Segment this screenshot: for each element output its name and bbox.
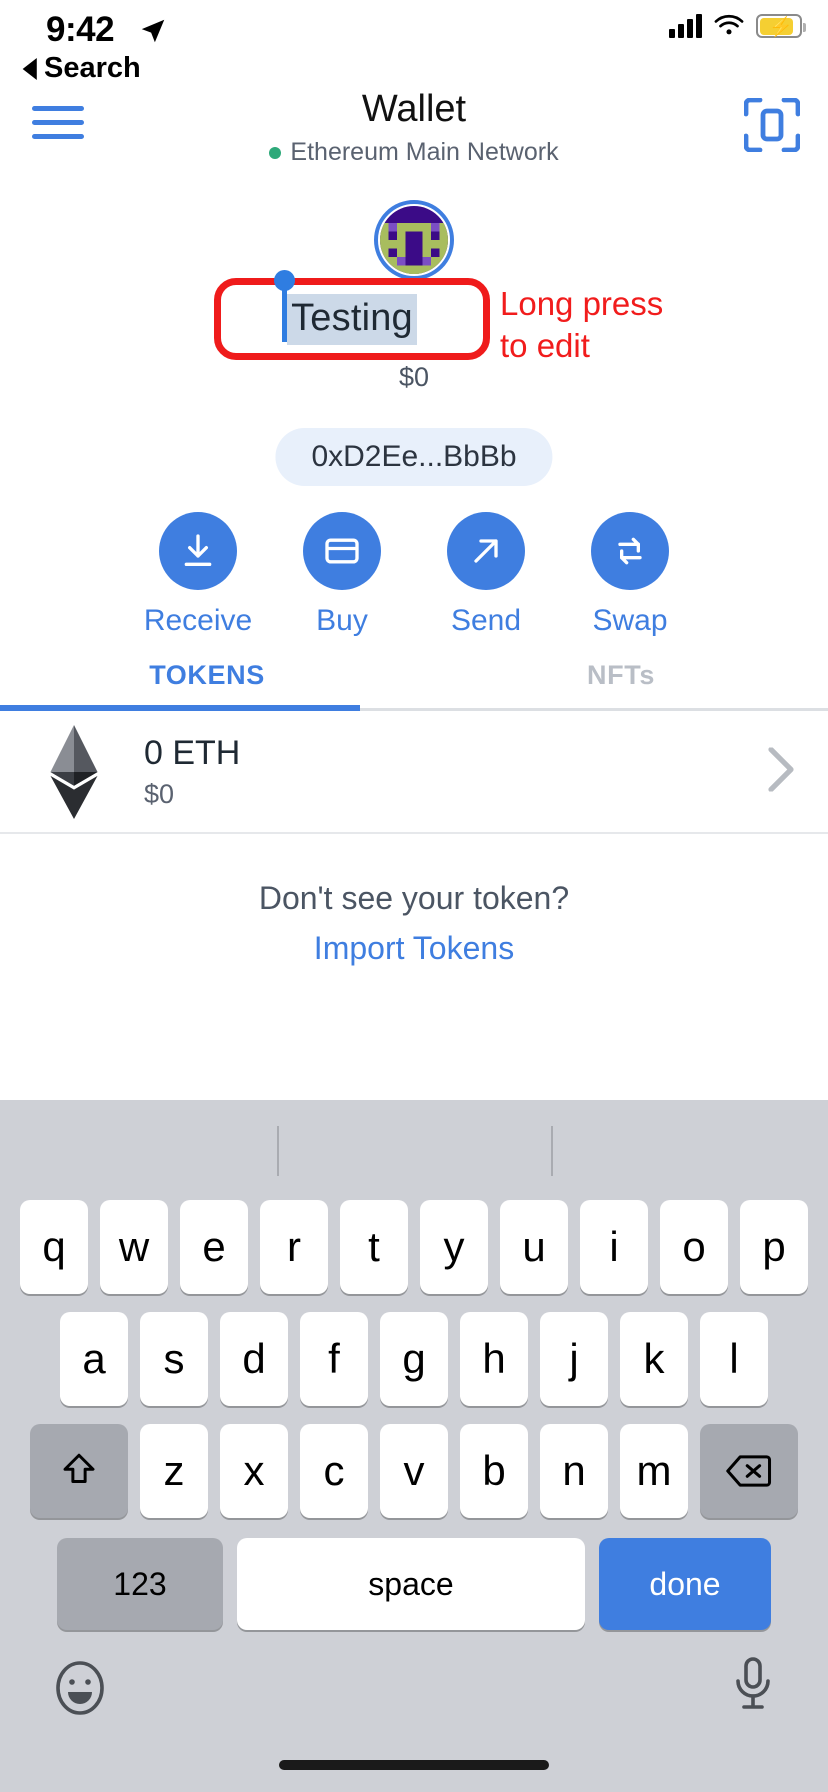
keyboard-row-4: 123 space done bbox=[0, 1538, 828, 1630]
nav-bar: Wallet Ethereum Main Network bbox=[0, 88, 828, 168]
tab-tokens[interactable]: TOKENS bbox=[0, 640, 414, 710]
key-l[interactable]: l bbox=[700, 1312, 768, 1406]
download-arrow-icon bbox=[159, 512, 237, 590]
import-tokens-link[interactable]: Import Tokens bbox=[0, 930, 828, 967]
token-fiat-value: $0 bbox=[144, 779, 175, 809]
action-buttons-row: Receive Buy Send Swap bbox=[0, 512, 828, 638]
shift-up-arrow-icon[interactable] bbox=[30, 1424, 128, 1518]
key-z[interactable]: z bbox=[140, 1424, 208, 1518]
key-a[interactable]: a bbox=[60, 1312, 128, 1406]
send-label: Send bbox=[450, 604, 522, 637]
token-amount: 0 ETH bbox=[144, 734, 241, 772]
wifi-icon bbox=[714, 14, 744, 35]
token-details: 0 ETH $0 bbox=[144, 734, 240, 810]
key-d[interactable]: d bbox=[220, 1312, 288, 1406]
key-c[interactable]: c bbox=[300, 1424, 368, 1518]
key-p[interactable]: p bbox=[740, 1200, 808, 1294]
key-s[interactable]: s bbox=[140, 1312, 208, 1406]
status-bar: 9:42 ⚡ bbox=[0, 0, 828, 58]
location-arrow-icon bbox=[138, 16, 168, 51]
network-label: Ethereum Main Network bbox=[290, 138, 559, 166]
back-triangle-icon bbox=[22, 57, 37, 80]
identicon-avatar bbox=[380, 206, 448, 274]
prediction-divider-2 bbox=[551, 1126, 553, 1176]
annotation-line-1: Long press bbox=[500, 285, 664, 322]
predictive-text-bar bbox=[0, 1100, 828, 1192]
ethereum-diamond-icon bbox=[32, 723, 116, 821]
cellular-bars-icon bbox=[669, 14, 702, 38]
key-u[interactable]: u bbox=[500, 1200, 568, 1294]
receive-label: Receive bbox=[143, 604, 253, 637]
done-key[interactable]: done bbox=[599, 1538, 771, 1630]
receive-button[interactable]: Receive bbox=[144, 512, 252, 638]
account-address-chip[interactable]: 0xD2Ee...BbBb bbox=[275, 428, 553, 486]
scan-qr-icon[interactable] bbox=[743, 97, 801, 153]
text-caret bbox=[274, 269, 296, 342]
prediction-divider-1 bbox=[277, 1126, 279, 1176]
token-list-item[interactable]: 0 ETH $0 bbox=[0, 712, 828, 834]
home-indicator bbox=[279, 1760, 549, 1770]
key-f[interactable]: f bbox=[300, 1312, 368, 1406]
tab-nfts[interactable]: NFTs bbox=[414, 640, 828, 710]
keyboard-row-1: q w e r t y u i o p bbox=[0, 1200, 828, 1294]
page-title: Wallet bbox=[361, 88, 467, 130]
wallet-app-screen: 9:42 ⚡ Search Wallet Ethereum Main Netwo… bbox=[0, 0, 828, 1792]
key-q[interactable]: q bbox=[20, 1200, 88, 1294]
keyboard-row-3: z x c v b n m bbox=[0, 1424, 828, 1518]
key-n[interactable]: n bbox=[540, 1424, 608, 1518]
key-y[interactable]: y bbox=[420, 1200, 488, 1294]
avatar[interactable] bbox=[374, 200, 454, 280]
key-w[interactable]: w bbox=[100, 1200, 168, 1294]
network-status-dot bbox=[269, 146, 282, 159]
keyboard-row-2: a s d f g h j k l bbox=[0, 1312, 828, 1406]
account-name-selection: Testing bbox=[274, 269, 417, 345]
numbers-key[interactable]: 123 bbox=[57, 1538, 223, 1630]
buy-label: Buy bbox=[316, 604, 368, 637]
status-bar-indicators: ⚡ bbox=[669, 14, 806, 38]
key-v[interactable]: v bbox=[380, 1424, 448, 1518]
tab-active-indicator bbox=[0, 705, 360, 711]
key-o[interactable]: o bbox=[660, 1200, 728, 1294]
annotation-long-press-to-edit: Long press to edit bbox=[500, 283, 663, 367]
backspace-delete-icon[interactable] bbox=[700, 1424, 798, 1518]
arrow-up-right-icon bbox=[447, 512, 525, 590]
wallet-tabs: TOKENS NFTs bbox=[0, 640, 828, 710]
send-button[interactable]: Send bbox=[447, 512, 525, 638]
battery-charging-icon: ⚡ bbox=[756, 14, 806, 38]
key-r[interactable]: r bbox=[260, 1200, 328, 1294]
key-e[interactable]: e bbox=[180, 1200, 248, 1294]
buy-button[interactable]: Buy bbox=[303, 512, 381, 638]
key-h[interactable]: h bbox=[460, 1312, 528, 1406]
key-i[interactable]: i bbox=[580, 1200, 648, 1294]
key-g[interactable]: g bbox=[380, 1312, 448, 1406]
account-name-input[interactable]: Testing bbox=[214, 269, 490, 360]
key-x[interactable]: x bbox=[220, 1424, 288, 1518]
no-token-question: Don't see your token? bbox=[258, 880, 570, 916]
network-indicator[interactable]: Ethereum Main Network bbox=[0, 138, 828, 167]
back-to-search-link[interactable]: Search bbox=[22, 52, 141, 85]
swap-label: Swap bbox=[592, 604, 668, 637]
credit-card-icon bbox=[303, 512, 381, 590]
swap-arrows-icon bbox=[591, 512, 669, 590]
microphone-icon[interactable] bbox=[730, 1656, 776, 1719]
space-key[interactable]: space bbox=[237, 1538, 585, 1630]
emoji-smiley-icon[interactable] bbox=[52, 1660, 108, 1721]
key-j[interactable]: j bbox=[540, 1312, 608, 1406]
account-fiat-balance: $0 bbox=[398, 362, 430, 392]
swap-button[interactable]: Swap bbox=[591, 512, 669, 638]
key-t[interactable]: t bbox=[340, 1200, 408, 1294]
chevron-right-icon[interactable] bbox=[768, 746, 794, 797]
status-bar-time: 9:42 bbox=[46, 10, 115, 49]
keyboard-bottom-bar bbox=[0, 1648, 828, 1758]
key-b[interactable]: b bbox=[460, 1424, 528, 1518]
key-m[interactable]: m bbox=[620, 1424, 688, 1518]
account-name-value: Testing bbox=[291, 296, 413, 339]
back-to-search-label: Search bbox=[44, 52, 141, 84]
key-k[interactable]: k bbox=[620, 1312, 688, 1406]
onscreen-keyboard: q w e r t y u i o p a s d f g h j k l z bbox=[0, 1100, 828, 1792]
